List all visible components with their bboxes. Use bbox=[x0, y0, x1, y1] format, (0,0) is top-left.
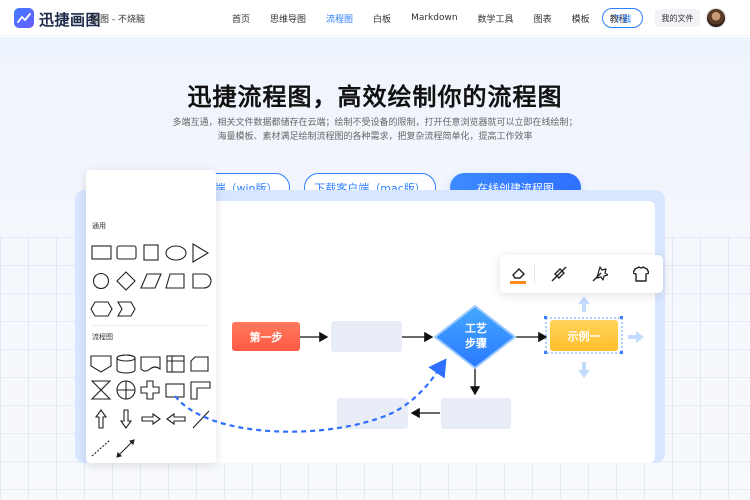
flow-node-blank[interactable] bbox=[441, 398, 511, 429]
nav-item-mindmap[interactable]: 思维导图 bbox=[260, 0, 316, 36]
my-files-button[interactable]: 我的文件 bbox=[655, 9, 700, 27]
line-style-icon[interactable] bbox=[551, 266, 567, 282]
flow-node-example[interactable]: 示例一 bbox=[550, 320, 618, 351]
flow-node-blank[interactable] bbox=[337, 398, 408, 429]
nav-item-whiteboard[interactable]: 白板 bbox=[363, 0, 401, 36]
brand-tagline: 脑图 - 不烧脑 bbox=[91, 15, 145, 25]
nav-item-math-tools[interactable]: 数学工具 bbox=[468, 0, 524, 36]
style-toolbar bbox=[500, 255, 663, 293]
logo-icon[interactable] bbox=[14, 8, 34, 28]
nav-item-flowchart[interactable]: 流程图 bbox=[316, 0, 363, 36]
hero-subtitle-line1: 多端互通，相关文件数据都储存在云端；绘制不受设备的限制，打开任意浏览器就可以立即… bbox=[172, 118, 578, 128]
nav-item-templates[interactable]: 模板 bbox=[562, 0, 600, 36]
nav-item-home[interactable]: 首页 bbox=[222, 0, 260, 36]
panel-divider bbox=[92, 325, 210, 326]
flow-node-blank[interactable] bbox=[331, 321, 402, 352]
section-general-title: 通用 bbox=[92, 222, 106, 230]
nav-item-charts[interactable]: 图表 bbox=[524, 0, 562, 36]
section-flowchart-title: 流程图 bbox=[92, 333, 113, 341]
hero-subtitle-line2: 海量模板、素材满足绘制流程图的各种需求，把复杂流程简单化，提高工作效率 bbox=[217, 132, 533, 142]
flow-node-step1[interactable]: 第一步 bbox=[232, 322, 300, 351]
shape-library-panel: 通用 流程图 bbox=[86, 170, 216, 463]
top-nav: 迅捷画图 脑图 - 不烧脑 首页 思维导图 流程图 白板 Markdown 数学… bbox=[0, 0, 750, 36]
shirt-style-icon[interactable] bbox=[632, 266, 650, 282]
main-menu: 首页 思维导图 流程图 白板 Markdown 数学工具 图表 模板 教程 bbox=[222, 0, 638, 36]
magic-wand-icon[interactable] bbox=[592, 266, 609, 282]
download-button[interactable]: 下载 bbox=[602, 8, 643, 28]
process-label-line2: 步骤 bbox=[465, 337, 487, 350]
fill-color-icon[interactable] bbox=[510, 266, 526, 284]
hero-title: 迅捷流程图，高效绘制你的流程图 bbox=[187, 83, 563, 111]
avatar[interactable] bbox=[706, 8, 726, 28]
flow-node-process-label: 工艺 步骤 bbox=[439, 321, 513, 355]
process-label-line1: 工艺 bbox=[465, 322, 487, 335]
toolbar-divider bbox=[534, 265, 535, 283]
nav-item-markdown[interactable]: Markdown bbox=[401, 0, 467, 36]
